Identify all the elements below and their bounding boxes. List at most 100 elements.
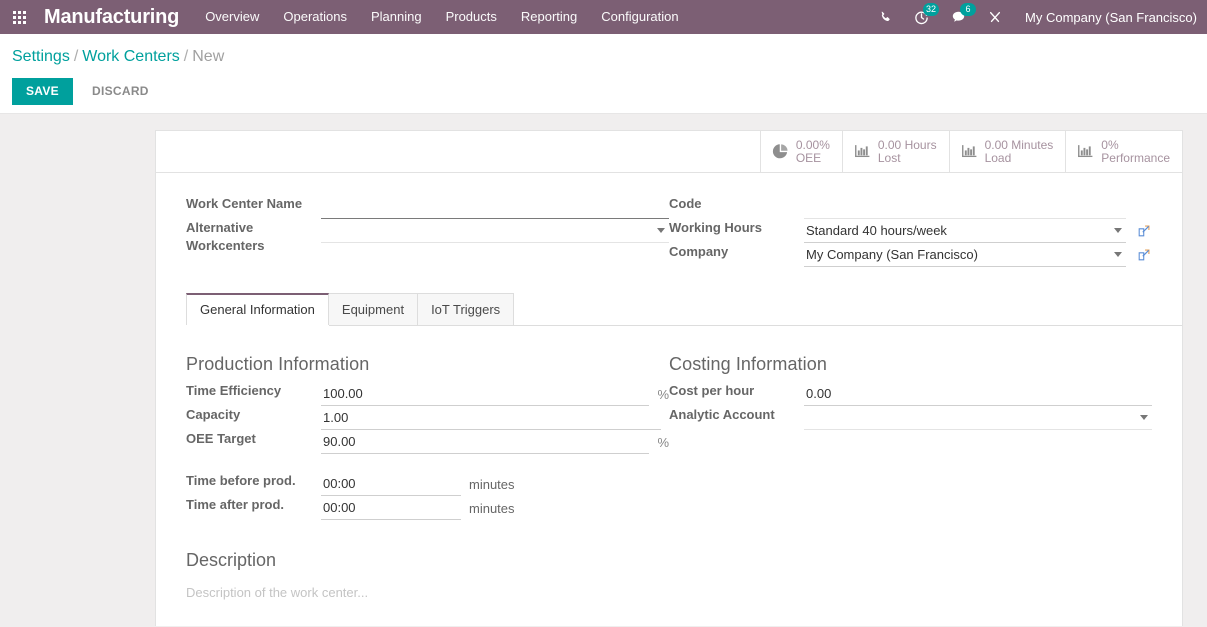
label-alternative-workcenters: Alternative Workcenters [186, 220, 265, 253]
control-panel: Settings / Work Centers / New SAVE DISCARD [0, 34, 1207, 114]
field-row-time-after-prod: Time after prod. minutes [186, 496, 669, 520]
apps-menu-toggle[interactable] [0, 0, 38, 34]
breadcrumb: Settings / Work Centers / New [0, 43, 1207, 68]
save-button[interactable]: SAVE [12, 78, 73, 105]
breadcrumb-item-settings[interactable]: Settings [12, 48, 70, 65]
label-analytic-account: Analytic Account [669, 407, 775, 422]
field-row-work-center-name: Work Center Name [186, 195, 669, 219]
stat-button-hours-lost[interactable]: 0.00 Hours Lost [841, 131, 949, 172]
breadcrumb-separator: / [73, 48, 79, 65]
stat-button-minutes-load[interactable]: 0.00 Minutes Load [948, 131, 1066, 172]
working-hours-internal-link-icon[interactable] [1136, 223, 1152, 239]
field-row-cost-per-hour: Cost per hour [669, 382, 1152, 406]
time-before-prod-input[interactable] [321, 472, 461, 496]
stat-value: 0.00 Hours [877, 137, 937, 152]
form-header-fields: Work Center Name Alternative Workcenters [156, 173, 1182, 267]
field-row-company: Company [669, 243, 1152, 267]
menu-item-planning[interactable]: Planning [359, 0, 434, 34]
alternative-workcenters-input[interactable] [321, 219, 669, 243]
breadcrumb-item-current: New [192, 48, 225, 65]
form-view-container: 0.00% OEE 0.00 Hours Lost 0.00 Minutes L… [0, 114, 1207, 626]
stat-label: Load [984, 150, 1012, 165]
notebook-tabs: General Information Equipment IoT Trigge… [186, 293, 1182, 326]
menu-item-products[interactable]: Products [434, 0, 509, 34]
code-input[interactable] [804, 195, 1126, 219]
header-group-left: Work Center Name Alternative Workcenters [186, 195, 669, 267]
pie-chart-icon [772, 143, 789, 160]
production-information-group: Production Information Time Efficiency 1… [186, 352, 669, 520]
activity-button[interactable]: 32 [903, 0, 940, 34]
stat-button-text: 0.00 Minutes Load [984, 138, 1054, 165]
label-code: Code [669, 196, 702, 211]
time-efficiency-input[interactable] [321, 382, 650, 406]
oee-target-suffix: % [657, 434, 669, 450]
oee-target-input[interactable] [321, 430, 650, 454]
stat-value: 0.00% [795, 137, 830, 152]
breadcrumb-item-work-centers[interactable]: Work Centers [82, 48, 180, 65]
field-row-time-before-prod: Time before prod. minutes [186, 472, 669, 496]
phone-button[interactable] [868, 0, 903, 34]
company-internal-link-icon[interactable] [1136, 247, 1152, 263]
app-brand-manufacturing[interactable]: Manufacturing [38, 6, 193, 29]
record-action-buttons: SAVE DISCARD [0, 68, 1207, 105]
discard-button[interactable]: DISCARD [81, 78, 160, 105]
messages-button[interactable]: 6 [940, 0, 977, 34]
activity-count-badge: 32 [923, 3, 940, 16]
tools-button[interactable] [977, 0, 1013, 34]
time-before-prod-suffix: minutes [469, 476, 515, 492]
tab-general-information[interactable]: General Information [186, 293, 329, 325]
working-hours-input[interactable] [804, 219, 1126, 243]
bar-chart-icon [854, 143, 871, 160]
time-after-prod-input[interactable] [321, 496, 461, 520]
costing-information-group: Costing Information Cost per hour 0.00 A… [669, 352, 1152, 520]
stat-button-performance[interactable]: 0% Performance [1065, 131, 1182, 172]
menu-item-operations[interactable]: Operations [271, 0, 359, 34]
navbar-systray: 32 6 My Company (San Francisco) [868, 0, 1207, 34]
time-after-prod-suffix: minutes [469, 500, 515, 516]
stat-value: 0% [1101, 137, 1119, 152]
header-group-row: Work Center Name Alternative Workcenters [186, 195, 1152, 267]
company-input[interactable] [804, 243, 1126, 267]
label-time-efficiency: Time Efficiency [186, 383, 282, 398]
menu-item-reporting[interactable]: Reporting [509, 0, 589, 34]
time-efficiency-suffix: % [657, 386, 669, 402]
field-spacer-row [186, 454, 669, 472]
work-center-name-input[interactable] [321, 195, 669, 219]
stat-label: Lost [877, 150, 901, 165]
label-oee-target: OEE Target [186, 431, 256, 446]
messages-count-badge: 6 [960, 3, 977, 16]
stat-button-text: 0.00% OEE [795, 137, 830, 165]
main-menu: Overview Operations Planning Products Re… [193, 0, 690, 34]
description-title: Description [186, 550, 277, 570]
field-row-alternative-workcenters: Alternative Workcenters [186, 219, 669, 255]
capacity-input[interactable] [321, 406, 661, 430]
label-time-after-prod: Time after prod. [186, 497, 285, 512]
header-group-right: Code Working Hours Standard 40 hours/wee… [669, 195, 1152, 267]
cost-per-hour-input[interactable] [804, 382, 1152, 406]
bar-chart-icon [961, 143, 978, 160]
field-row-oee-target: OEE Target % [186, 430, 669, 454]
production-information-title: Production Information [186, 354, 370, 374]
label-time-before-prod: Time before prod. [186, 473, 296, 488]
description-textarea[interactable]: Description of the work center... [186, 572, 1152, 612]
stat-label: Performance [1101, 150, 1170, 165]
company-switcher[interactable]: My Company (San Francisco) [1013, 10, 1207, 25]
tab-iot-triggers[interactable]: IoT Triggers [417, 293, 515, 325]
stat-button-text: 0.00 Hours Lost [877, 137, 937, 165]
label-company: Company [669, 244, 729, 259]
tab-equipment[interactable]: Equipment [327, 293, 419, 325]
stat-button-oee[interactable]: 0.00% OEE [759, 131, 842, 172]
menu-item-overview[interactable]: Overview [193, 0, 271, 34]
apps-grid-icon [12, 10, 26, 24]
menu-item-configuration[interactable]: Configuration [589, 0, 690, 34]
field-row-time-efficiency: Time Efficiency % [186, 382, 669, 406]
label-cost-per-hour: Cost per hour [669, 383, 755, 398]
general-info-group-row: Production Information Time Efficiency 1… [186, 352, 1152, 520]
top-navbar: Manufacturing Overview Operations Planni… [0, 0, 1207, 34]
field-row-code: Code [669, 195, 1152, 219]
notebook: General Information Equipment IoT Trigge… [156, 293, 1182, 612]
costing-information-title: Costing Information [669, 354, 827, 374]
label-capacity: Capacity [186, 407, 241, 422]
analytic-account-input[interactable] [804, 406, 1152, 430]
field-row-analytic-account: Analytic Account [669, 406, 1152, 430]
